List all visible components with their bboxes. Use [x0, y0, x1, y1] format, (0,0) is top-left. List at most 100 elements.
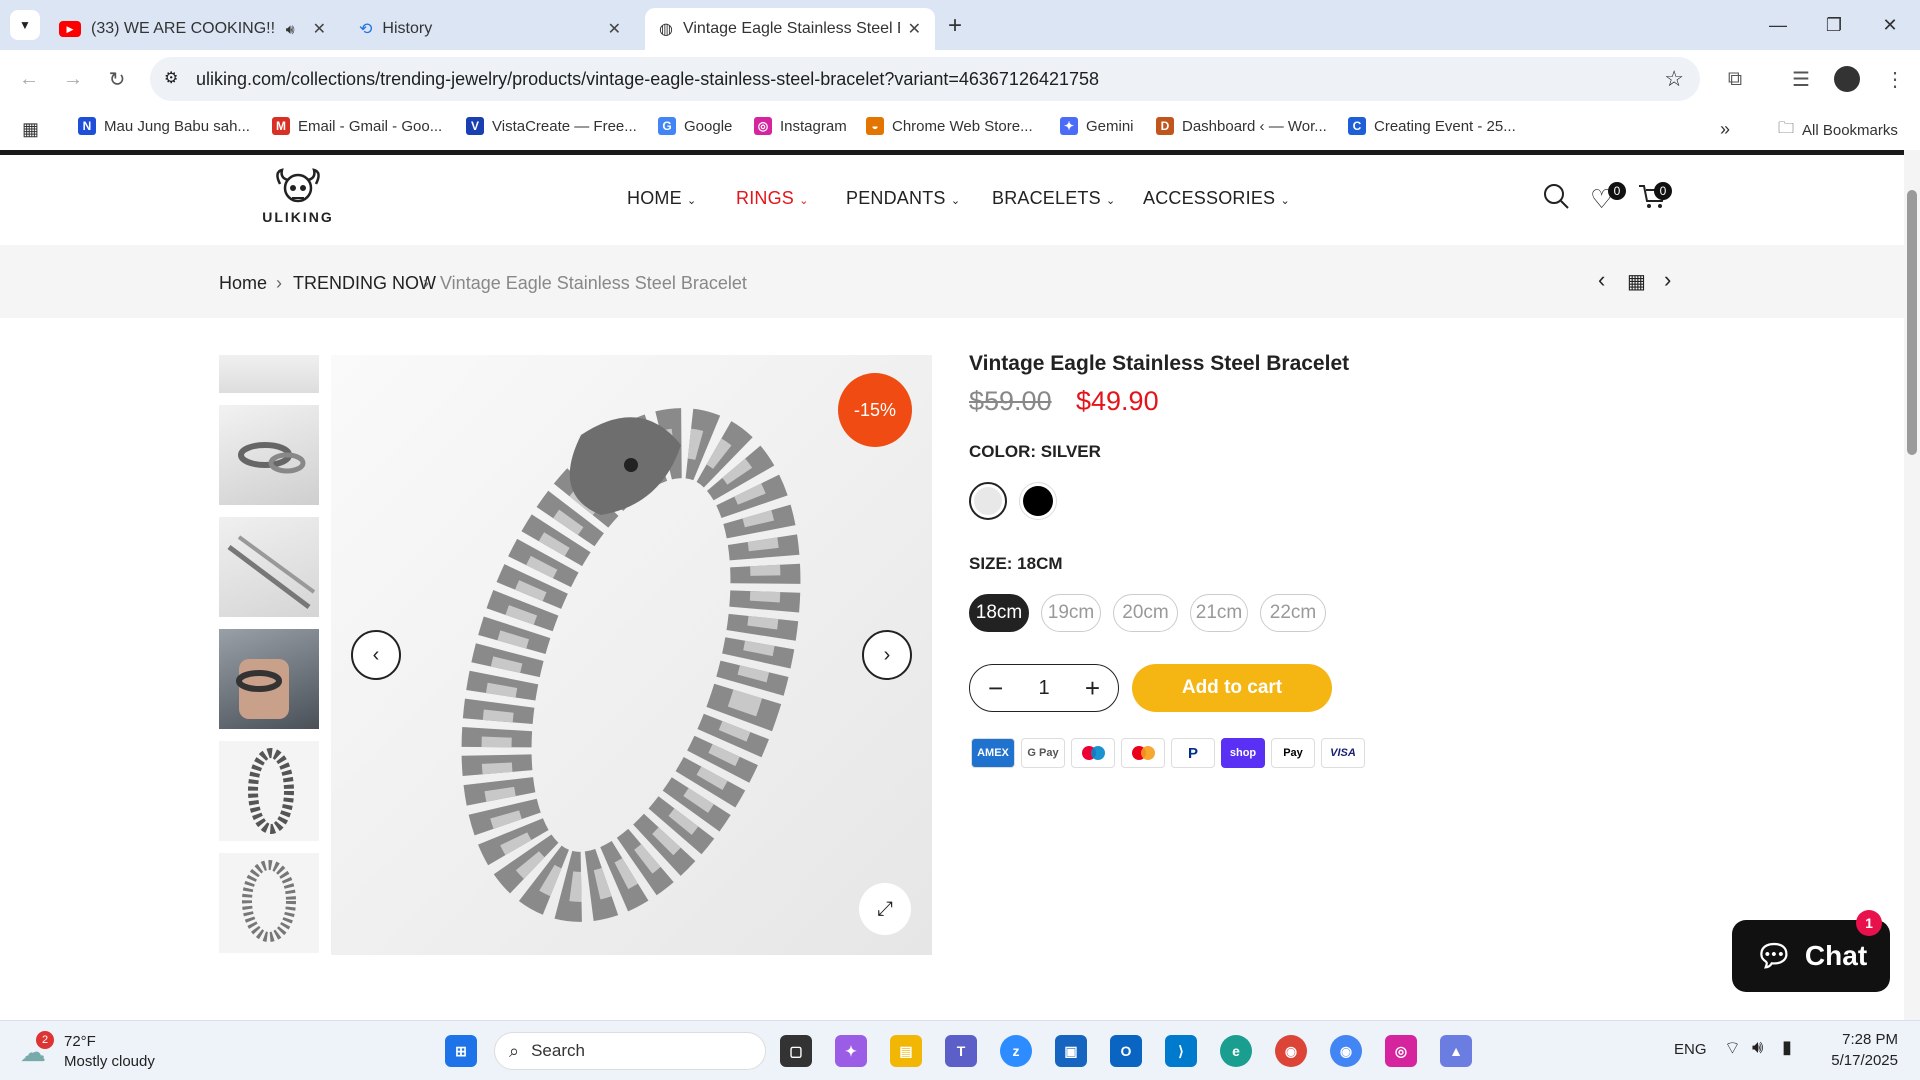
- thumbnail[interactable]: [219, 517, 319, 617]
- viking-skull-icon: [276, 168, 320, 203]
- size-option[interactable]: 22cm: [1260, 594, 1326, 632]
- bookmark-item[interactable]: M Email - Gmail - Goo...: [272, 117, 442, 135]
- size-option[interactable]: 19cm: [1041, 594, 1101, 632]
- instagram-icon[interactable]: ◎: [1385, 1035, 1417, 1067]
- clock-date[interactable]: 5/17/2025: [1816, 1052, 1898, 1069]
- minus-icon[interactable]: −: [988, 673, 1003, 704]
- profile-avatar[interactable]: [1834, 66, 1860, 92]
- color-swatch-black[interactable]: [1019, 482, 1057, 520]
- next-image-button[interactable]: ›: [862, 630, 912, 680]
- color-swatch-silver[interactable]: [969, 482, 1007, 520]
- vscode-icon[interactable]: ⟩: [1165, 1035, 1197, 1067]
- tab-youtube[interactable]: ▶ (33) WE ARE COOKING!!! - Y 🔊︎ ✕: [45, 8, 340, 50]
- back-icon[interactable]: ←: [14, 64, 44, 94]
- nav-bracelets[interactable]: BRACELETS ⌄: [992, 188, 1115, 209]
- nav-pendants[interactable]: PENDANTS ⌄: [846, 188, 960, 209]
- taskbar-search[interactable]: ⌕ Search: [494, 1032, 766, 1070]
- store-icon[interactable]: ▣: [1055, 1035, 1087, 1067]
- vistacreate-icon: V: [466, 117, 484, 135]
- extensions-icon[interactable]: ⧉: [1720, 64, 1750, 94]
- thumbnail[interactable]: [219, 355, 319, 393]
- more-bookmarks-icon[interactable]: »: [1720, 119, 1730, 140]
- tab-history[interactable]: ⟲ History ✕: [345, 8, 635, 50]
- volume-icon[interactable]: 🔊︎: [1752, 1037, 1763, 1058]
- bookmark-star-icon[interactable]: ☆: [1664, 66, 1684, 92]
- prev-product-icon[interactable]: ‹: [1598, 267, 1605, 293]
- task-view-icon[interactable]: ▢: [780, 1035, 812, 1067]
- close-tab-icon[interactable]: ✕: [908, 19, 921, 39]
- zoom-expand-icon[interactable]: ⤢: [859, 883, 911, 935]
- media-control-icon[interactable]: ☰: [1786, 64, 1816, 94]
- add-to-cart-button[interactable]: Add to cart: [1132, 664, 1332, 712]
- size-option[interactable]: 21cm: [1190, 594, 1248, 632]
- bookmark-item[interactable]: G Google: [658, 117, 732, 135]
- address-bar[interactable]: ⚙︎ uliking.com/collections/trending-jewe…: [150, 57, 1700, 101]
- search-icon[interactable]: [1542, 182, 1570, 215]
- reload-icon[interactable]: ↻: [102, 64, 132, 94]
- apps-icon[interactable]: ▦: [22, 119, 39, 140]
- prev-image-button[interactable]: ‹: [351, 630, 401, 680]
- teams-icon[interactable]: T: [945, 1035, 977, 1067]
- site-info-icon[interactable]: ⚙︎: [164, 68, 178, 88]
- gemini-icon: ✦: [1060, 117, 1078, 135]
- crumb-home[interactable]: Home: [219, 273, 267, 294]
- outlook-icon[interactable]: O: [1110, 1035, 1142, 1067]
- nav-home[interactable]: HOME ⌄: [627, 188, 696, 209]
- chrome-profile-icon[interactable]: ◉: [1330, 1035, 1362, 1067]
- language-indicator[interactable]: ENG: [1674, 1041, 1707, 1058]
- close-tab-icon[interactable]: ✕: [313, 19, 326, 39]
- crumb-trending[interactable]: TRENDING NOW: [293, 273, 436, 294]
- chevron-down-icon: ⌄: [687, 195, 697, 207]
- restore-icon[interactable]: ❐: [1806, 0, 1862, 50]
- new-tab-icon[interactable]: +: [948, 12, 962, 40]
- thumbnail[interactable]: [219, 405, 319, 505]
- tab-product[interactable]: ◍ Vintage Eagle Stainless Steel Br ✕: [645, 8, 935, 50]
- size-option[interactable]: 18cm: [969, 594, 1029, 632]
- nav-accessories[interactable]: ACCESSORIES ⌄: [1143, 188, 1290, 209]
- all-bookmarks-button[interactable]: 🗀︎ All Bookmarks: [1778, 117, 1898, 144]
- next-product-icon[interactable]: ›: [1664, 267, 1671, 293]
- windows-start-icon[interactable]: ⊞: [445, 1035, 477, 1067]
- menu-icon[interactable]: ⋮: [1880, 64, 1910, 94]
- clock-time[interactable]: 7:28 PM: [1826, 1031, 1898, 1048]
- thumbnail[interactable]: [219, 741, 319, 841]
- bookmark-item[interactable]: C Creating Event - 25...: [1348, 117, 1516, 135]
- copilot-icon[interactable]: ✦: [835, 1035, 867, 1067]
- applepay-icon: Pay: [1271, 738, 1315, 768]
- bookmark-item[interactable]: ◎ Instagram: [754, 117, 847, 135]
- plus-icon[interactable]: +: [1085, 673, 1100, 704]
- scrollbar[interactable]: [1904, 150, 1920, 1020]
- chat-label: Chat: [1804, 940, 1868, 971]
- photos-icon[interactable]: ▲: [1440, 1035, 1472, 1067]
- edge-icon[interactable]: e: [1220, 1035, 1252, 1067]
- youtube-icon: ▶: [59, 21, 81, 37]
- bookmark-item[interactable]: N Mau Jung Babu sah...: [78, 117, 250, 135]
- instagram-icon: ◎: [754, 117, 772, 135]
- bookmark-item[interactable]: V VistaCreate — Free...: [466, 117, 637, 135]
- bookmark-item[interactable]: ◒ Chrome Web Store...: [866, 117, 1033, 135]
- thumbnail[interactable]: [219, 853, 319, 953]
- scrollbar-thumb[interactable]: [1907, 190, 1917, 455]
- chrome-icon[interactable]: ◉: [1275, 1035, 1307, 1067]
- store-logo[interactable]: ULIKING: [258, 168, 338, 228]
- close-tab-icon[interactable]: ✕: [608, 19, 621, 39]
- wifi-icon[interactable]: ⌔: [1724, 1037, 1741, 1060]
- tab-search-button[interactable]: ▼: [10, 10, 40, 40]
- file-explorer-icon[interactable]: ▤: [890, 1035, 922, 1067]
- weather-widget[interactable]: ☁︎ 2 72°F Mostly cloudy: [20, 1031, 170, 1071]
- grid-icon[interactable]: ▦: [1627, 269, 1646, 294]
- bookmark-item[interactable]: D Dashboard ‹ — Wor...: [1156, 117, 1327, 135]
- speaker-icon[interactable]: 🔊︎: [286, 21, 295, 38]
- nav-rings[interactable]: RINGS ⌄: [736, 188, 809, 209]
- battery-icon[interactable]: ▮: [1782, 1037, 1792, 1058]
- size-option[interactable]: 20cm: [1113, 594, 1178, 632]
- bookmark-item[interactable]: ✦ Gemini: [1060, 117, 1134, 135]
- thumbnail[interactable]: [219, 629, 319, 729]
- zoom-icon[interactable]: z: [1000, 1035, 1032, 1067]
- close-window-icon[interactable]: ✕: [1862, 0, 1918, 50]
- quantity-value[interactable]: 1: [1038, 677, 1049, 700]
- shoppay-icon: shop: [1221, 738, 1265, 768]
- weather-badge: 2: [36, 1031, 54, 1049]
- forward-icon[interactable]: →: [58, 64, 88, 94]
- minimize-icon[interactable]: —: [1750, 0, 1806, 50]
